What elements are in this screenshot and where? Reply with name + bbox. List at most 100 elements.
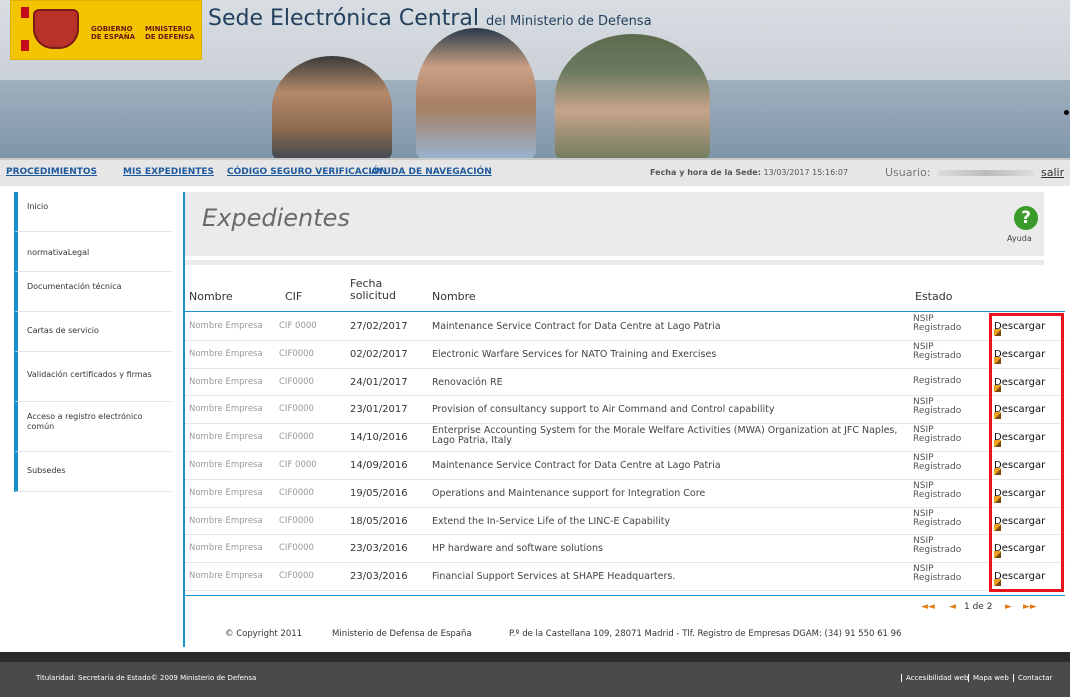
cell-empresa: Nombre Empresa [189,543,263,554]
footer-link-contactar[interactable]: Contactar [1013,674,1052,682]
cell-estado: NSIP Registrado [913,425,962,445]
col-nombre-empresa[interactable]: Nombre [189,291,233,303]
last-page-icon[interactable]: ►► [1023,602,1037,612]
footer-link-mapa[interactable]: Mapa web [968,674,1009,682]
footer-address: P.º de la Castellana 109, 28071 Madrid -… [509,629,902,639]
table-row: Nombre Empresa CIF0000 23/03/2016 HP hardwa… [185,535,1065,564]
cell-cif: CIF0000 [279,571,314,582]
government-logo[interactable]: GOBIERNO DE ESPAÑA MINISTERIO DE DEFENSA [10,0,202,60]
sidebar-item-documentacion[interactable]: Documentación técnica [14,272,171,312]
cell-fecha: 14/10/2016 [350,432,408,444]
sidebar: Inicio normativaLegal Documentación técn… [14,192,171,492]
col-estado[interactable]: Estado [915,291,952,303]
sidebar-item-inicio[interactable]: Inicio [14,192,171,232]
cell-empresa: Nombre Empresa [189,376,263,387]
cell-estado: Registrado [913,375,962,386]
title-box: Expedientes ? Ayuda [185,192,1044,256]
banner-photo-officer [416,28,536,160]
cell-empresa: Nombre Empresa [189,432,263,443]
col-nombre[interactable]: Nombre [432,291,476,303]
cell-fecha: 02/02/2017 [350,348,408,360]
col-fecha-solicitud[interactable]: Fecha solicitud [350,278,410,302]
table-row: Nombre Empresa CIF0000 24/01/2017 Renovació… [185,369,1065,397]
table-row: Nombre Empresa CIF0000 02/02/2017 Electroni… [185,341,1065,369]
cell-nombre: Provision of consultancy support to Air … [432,404,775,416]
table-row: Nombre Empresa CIF0000 23/01/2017 Provision… [185,396,1065,425]
cell-empresa: Nombre Empresa [189,404,263,415]
cell-nombre: Electronic Warfare Services for NATO Tra… [432,348,717,360]
cell-fecha: 23/03/2016 [350,571,408,583]
page-info: 1 de 2 [964,602,993,612]
cell-empresa: Nombre Empresa [189,571,263,582]
footer-titularidad: Titularidad: Secretaría de Estado© 2009 … [36,674,257,682]
table-row: Nombre Empresa CIF0000 19/05/2016 Operation… [185,480,1065,508]
cell-nombre: Financial Support Services at SHAPE Head… [432,571,676,583]
site-title-main: Sede Electrónica Central [208,6,480,31]
page-title: Expedientes [202,204,350,232]
site-title: Sede Electrónica Central del Ministerio … [208,6,652,31]
cell-fecha: 23/01/2017 [350,404,408,416]
footer-link-accesibilidad[interactable]: Accesibilidad web [901,674,968,682]
cell-cif: CIF0000 [279,487,314,498]
cell-nombre: Enterprise Accounting System for the Mor… [432,425,898,447]
usuario-value-redacted [938,170,1034,176]
footer-ministry: Ministerio de Defensa de España [332,629,472,639]
top-navigation: PROCEDIMIENTOS MIS EXPEDIENTES CÓDIGO SE… [0,158,1070,186]
main-content: Expedientes ? Ayuda Nombre CIF Fecha sol… [183,192,1065,647]
cell-cif: CIF 0000 [279,321,317,331]
cell-fecha: 18/05/2016 [350,515,408,527]
cell-fecha: 19/05/2016 [350,487,408,499]
sidebar-item-cartas[interactable]: Cartas de servicio [14,312,171,352]
site-header: GOBIERNO DE ESPAÑA MINISTERIO DE DEFENSA… [0,0,1070,160]
nav-mis-expedientes[interactable]: MIS EXPEDIENTES [123,167,214,177]
logout-link[interactable]: salir [1041,166,1064,179]
cell-nombre: Operations and Maintenance support for I… [432,487,706,499]
cell-estado: NSIP Registrado [913,480,962,500]
sidebar-item-subsedes[interactable]: Subsedes [14,452,171,492]
table-body: Nombre Empresa CIF 0000 27/02/2017 Maintena… [185,313,1065,591]
cell-estado: NSIP Registrado [913,397,962,417]
help-icon[interactable]: ? [1014,206,1038,230]
help-label[interactable]: Ayuda [1007,234,1032,243]
cell-cif: CIF0000 [279,515,314,526]
cell-empresa: Nombre Empresa [189,515,263,526]
cell-empresa: Nombre Empresa [189,321,263,331]
coat-of-arms-icon [33,9,79,49]
cell-fecha: 14/09/2016 [350,459,408,471]
cell-estado: NSIP Registrado [913,452,962,472]
cell-cif: CIF0000 [279,543,314,554]
nav-ayuda-navegacion[interactable]: AYUDA DE NAVEGACIÓN [371,167,492,177]
cell-estado: NSIP Registrado [913,536,962,556]
banner-photo-pilot [555,34,710,160]
first-page-icon[interactable]: ◄◄ [921,602,935,612]
next-page-icon[interactable]: ► [1005,602,1012,612]
cell-cif: CIF 0000 [279,459,317,470]
table-row: Nombre Empresa CIF0000 18/05/2016 Extend th… [185,508,1065,536]
nav-procedimientos[interactable]: PROCEDIMIENTOS [6,167,97,177]
highlight-box [989,313,1064,592]
fecha-label: Fecha y hora de la Sede: [650,168,761,177]
cell-fecha: 27/02/2017 [350,321,408,332]
sidebar-item-validacion[interactable]: Validación certificados y firmas [14,352,171,402]
logo-gobierno-text: GOBIERNO DE ESPAÑA [91,25,136,41]
prev-page-icon[interactable]: ◄ [949,602,956,612]
nav-codigo-seguro[interactable]: CÓDIGO SEGURO VERIFICACIÓN [227,167,387,177]
server-datetime: Fecha y hora de la Sede: 13/03/2017 15:1… [650,168,848,177]
fecha-value: 13/03/2017 15:16:07 [763,168,849,177]
cell-nombre: Extend the In-Service Life of the LINC-E… [432,515,671,527]
pagination: ◄◄ ◄ 1 de 2 ► ►► [185,595,1065,615]
cell-cif: CIF0000 [279,376,314,387]
col-cif[interactable]: CIF [285,291,302,303]
cell-estado: NSIP Registrado [913,564,962,584]
cell-nombre: Renovación RE [432,376,503,388]
site-footer: Titularidad: Secretaría de Estado© 2009 … [0,652,1070,697]
sidebar-item-normativa[interactable]: normativaLegal [14,232,171,272]
cell-estado: NSIP Registrado [913,314,962,333]
cell-estado: NSIP Registrado [913,508,962,528]
sidebar-item-registro[interactable]: Acceso a registro electrónico común [14,402,171,452]
cell-nombre: Maintenance Service Contract for Data Ce… [432,459,721,471]
cell-cif: CIF0000 [279,348,314,359]
cell-estado: NSIP Registrado [913,341,962,361]
table-header: Nombre CIF Fecha solicitud Nombre Estado [185,274,1065,312]
table-row: Nombre Empresa CIF 0000 27/02/2017 Maintena… [185,313,1065,341]
